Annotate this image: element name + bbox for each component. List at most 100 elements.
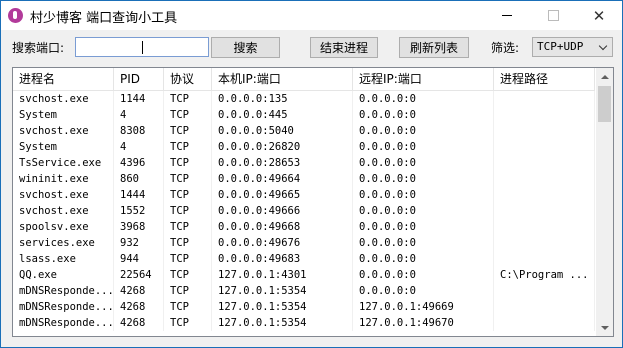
local-address-cell: 0.0.0.0:135: [212, 91, 353, 107]
scroll-down-button[interactable]: [596, 319, 613, 336]
local-address-cell: 0.0.0.0:49665: [212, 187, 353, 203]
process-path-cell: [494, 299, 595, 315]
remote-address-cell: 0.0.0.0:0: [353, 219, 494, 235]
table-row[interactable]: System 4 TCP 0.0.0.0:445 0.0.0.0:0: [13, 107, 595, 123]
protocol-cell: TCP: [164, 123, 212, 139]
remote-address-cell: 0.0.0.0:0: [353, 107, 494, 123]
close-icon: ✕: [592, 6, 606, 25]
chevron-down-icon: [598, 41, 608, 51]
remote-address-cell: 127.0.0.1:49670: [353, 315, 494, 331]
main-window: 村少博客 端口查询小工具 ✕ 搜索端口: 搜索 结束进程 刷新列表 筛选: TC…: [0, 0, 623, 348]
table-row[interactable]: spoolsv.exe 3968 TCP 0.0.0.0:49668 0.0.0.0:0: [13, 219, 595, 235]
scroll-up-button[interactable]: [596, 68, 613, 85]
protocol-cell: TCP: [164, 203, 212, 219]
process-name-cell: svchost.exe: [13, 203, 114, 219]
process-name-cell: System: [13, 139, 114, 155]
protocol-cell: TCP: [164, 299, 212, 315]
table-row[interactable]: svchost.exe 8308 TCP 0.0.0.0:5040 0.0.0.0:0: [13, 123, 595, 139]
title-bar: 村少博客 端口查询小工具 ✕: [1, 1, 622, 30]
close-button[interactable]: ✕: [576, 1, 622, 30]
protocol-cell: TCP: [164, 139, 212, 155]
filter-selected-value: TCP+UDP: [537, 40, 584, 53]
vertical-scrollbar[interactable]: [596, 68, 613, 336]
column-header-local-address[interactable]: 本机IP:端口: [212, 68, 353, 90]
process-name-cell: mDNSResponde...: [13, 299, 114, 315]
process-name-cell: mDNSResponde...: [13, 315, 114, 331]
table-row[interactable]: TsService.exe 4396 TCP 0.0.0.0:28653 0.0.0.0…: [13, 155, 595, 171]
text-caret: [142, 41, 143, 54]
protocol-cell: TCP: [164, 91, 212, 107]
local-address-cell: 0.0.0.0:49683: [212, 251, 353, 267]
process-name-cell: System: [13, 107, 114, 123]
table-row[interactable]: System 4 TCP 0.0.0.0:26820 0.0.0.0:0: [13, 139, 595, 155]
table-row[interactable]: svchost.exe 1444 TCP 0.0.0.0:49665 0.0.0.0:0: [13, 187, 595, 203]
table-row[interactable]: wininit.exe 860 TCP 0.0.0.0:49664 0.0.0.0:0: [13, 171, 595, 187]
process-path-cell: [494, 315, 595, 331]
remote-address-cell: 0.0.0.0:0: [353, 123, 494, 139]
column-header-process-name[interactable]: 进程名: [13, 68, 114, 90]
arrow-down-icon: [600, 325, 609, 330]
refresh-list-button[interactable]: 刷新列表: [399, 37, 469, 58]
window-title: 村少博客 端口查询小工具: [30, 11, 178, 26]
local-address-cell: 127.0.0.1:4301: [212, 267, 353, 283]
local-address-cell: 0.0.0.0:49664: [212, 171, 353, 187]
remote-address-cell: 0.0.0.0:0: [353, 251, 494, 267]
protocol-cell: TCP: [164, 283, 212, 299]
protocol-cell: TCP: [164, 155, 212, 171]
table-row[interactable]: lsass.exe 944 TCP 0.0.0.0:49683 0.0.0.0:0: [13, 251, 595, 267]
maximize-button[interactable]: [530, 1, 576, 30]
search-button[interactable]: 搜索: [211, 37, 280, 58]
local-address-cell: 0.0.0.0:49666: [212, 203, 353, 219]
table-row[interactable]: services.exe 932 TCP 0.0.0.0:49676 0.0.0.0:0: [13, 235, 595, 251]
port-list[interactable]: 进程名 PID 协议 本机IP:端口 远程IP:端口 进程路径 svchost.…: [12, 67, 614, 337]
column-header-remote-address[interactable]: 远程IP:端口: [353, 68, 494, 90]
table-row[interactable]: QQ.exe 22564 TCP 127.0.0.1:4301 0.0.0.0:0 C:\…: [13, 267, 595, 283]
pid-cell: 1552: [114, 203, 164, 219]
column-header-process-path[interactable]: 进程路径: [494, 68, 595, 90]
table-row[interactable]: mDNSResponde... 4268 TCP 127.0.0.1:5354 127.…: [13, 299, 595, 315]
local-address-cell: 127.0.0.1:5354: [212, 299, 353, 315]
scroll-thumb[interactable]: [598, 86, 611, 122]
table-row[interactable]: mDNSResponde... 4268 TCP 127.0.0.1:5354 127.…: [13, 315, 595, 331]
column-header-pid[interactable]: PID: [114, 68, 164, 90]
table-row[interactable]: svchost.exe 1552 TCP 0.0.0.0:49666 0.0.0.0:0: [13, 203, 595, 219]
remote-address-cell: 0.0.0.0:0: [353, 203, 494, 219]
pid-cell: 8308: [114, 123, 164, 139]
remote-address-cell: 0.0.0.0:0: [353, 187, 494, 203]
process-path-cell: [494, 123, 595, 139]
process-path-cell: [494, 235, 595, 251]
app-logo-icon: [8, 8, 23, 23]
process-path-cell: [494, 187, 595, 203]
filter-select[interactable]: TCP+UDP: [532, 37, 613, 57]
process-name-cell: svchost.exe: [13, 123, 114, 139]
process-name-cell: svchost.exe: [13, 187, 114, 203]
filter-label: 筛选:: [491, 41, 520, 55]
end-process-button[interactable]: 结束进程: [310, 37, 378, 58]
protocol-cell: TCP: [164, 315, 212, 331]
local-address-cell: 127.0.0.1:5354: [212, 315, 353, 331]
protocol-cell: TCP: [164, 219, 212, 235]
remote-address-cell: 0.0.0.0:0: [353, 155, 494, 171]
process-path-cell: [494, 91, 595, 107]
remote-address-cell: 0.0.0.0:0: [353, 91, 494, 107]
pid-cell: 4396: [114, 155, 164, 171]
protocol-cell: TCP: [164, 171, 212, 187]
process-name-cell: spoolsv.exe: [13, 219, 114, 235]
protocol-cell: TCP: [164, 107, 212, 123]
process-path-cell: [494, 219, 595, 235]
pid-cell: 4: [114, 107, 164, 123]
local-address-cell: 0.0.0.0:49676: [212, 235, 353, 251]
table-row[interactable]: svchost.exe 1144 TCP 0.0.0.0:135 0.0.0.0:0: [13, 91, 595, 107]
pid-cell: 4268: [114, 315, 164, 331]
local-address-cell: 0.0.0.0:5040: [212, 123, 353, 139]
remote-address-cell: 127.0.0.1:49669: [353, 299, 494, 315]
local-address-cell: 0.0.0.0:28653: [212, 155, 353, 171]
pid-cell: 4268: [114, 299, 164, 315]
process-name-cell: QQ.exe: [13, 267, 114, 283]
process-name-cell: lsass.exe: [13, 251, 114, 267]
column-header-protocol[interactable]: 协议: [164, 68, 212, 90]
minimize-button[interactable]: [484, 1, 530, 30]
process-path-cell: [494, 155, 595, 171]
process-path-cell: [494, 283, 595, 299]
table-row[interactable]: mDNSResponde... 4268 TCP 127.0.0.1:5354 0.0.…: [13, 283, 595, 299]
